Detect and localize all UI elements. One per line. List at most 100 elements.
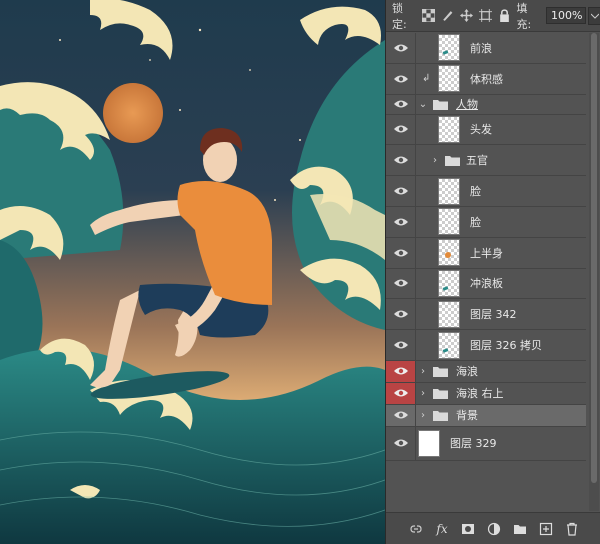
layer-name: 脸 <box>470 185 481 199</box>
fill-input[interactable]: 100% <box>546 7 587 24</box>
layer-row[interactable]: 图层 342 <box>386 299 586 331</box>
eye-icon <box>393 389 408 397</box>
layer-row[interactable]: ↲ 体积感 <box>386 63 586 95</box>
layer-name: 图层 342 <box>470 308 517 322</box>
layers-scrollbar[interactable] <box>589 33 599 511</box>
eye-icon <box>393 249 408 257</box>
lock-all-icon[interactable] <box>498 9 511 23</box>
chevron-right-icon[interactable]: › <box>430 155 440 166</box>
layer-thumbnail <box>438 115 460 143</box>
visibility-toggle[interactable] <box>386 299 416 330</box>
eye-icon <box>393 100 408 108</box>
layer-row[interactable]: 冲浪板 <box>386 268 586 300</box>
chevron-right-icon[interactable]: › <box>418 410 428 421</box>
mask-icon[interactable] <box>460 521 476 537</box>
visibility-toggle[interactable] <box>386 426 416 460</box>
eye-icon <box>393 75 408 83</box>
layers-list: 前浪 ↲ 体积感 ⌄ 人物 头发 › 五官 脸 脸 上半身 冲浪板 图层 342… <box>386 33 586 461</box>
eye-icon <box>393 187 408 195</box>
folder-icon <box>432 409 448 421</box>
layer-row[interactable]: 脸 <box>386 206 586 238</box>
layer-name: 冲浪板 <box>470 277 503 291</box>
visibility-toggle[interactable] <box>386 114 416 145</box>
visibility-toggle[interactable] <box>386 145 416 176</box>
new-layer-icon[interactable] <box>538 521 554 537</box>
lock-position-icon[interactable] <box>459 9 473 23</box>
visibility-toggle[interactable] <box>386 404 416 426</box>
layer-group-row[interactable]: › 五官 <box>386 145 586 177</box>
eye-icon <box>393 367 408 375</box>
layer-row[interactable]: 头发 <box>386 114 586 146</box>
folder-icon <box>432 98 448 110</box>
visibility-toggle[interactable] <box>386 237 416 268</box>
eye-icon <box>393 156 408 164</box>
layer-group-row[interactable]: › 海浪 <box>386 360 586 383</box>
lock-image-pixels-icon[interactable] <box>441 9 454 23</box>
layer-row[interactable]: 图层 329 <box>386 426 586 461</box>
layer-name: 脸 <box>470 215 481 229</box>
layer-name: 五官 <box>466 154 488 168</box>
layer-name: 海浪 <box>456 365 478 379</box>
layer-name: 图层 329 <box>450 437 497 451</box>
layer-group-row[interactable]: ⌄ 人物 <box>386 94 586 115</box>
visibility-toggle[interactable] <box>386 206 416 237</box>
layer-thumbnail <box>438 177 460 205</box>
eye-icon <box>393 310 408 318</box>
eye-icon <box>393 411 408 419</box>
adjustment-icon[interactable] <box>486 521 502 537</box>
visibility-toggle[interactable] <box>386 330 416 360</box>
fill-label: 填充: <box>516 1 532 31</box>
layer-row[interactable]: 前浪 <box>386 33 586 64</box>
folder-icon[interactable] <box>512 521 528 537</box>
eye-icon <box>393 44 408 52</box>
layer-row[interactable]: 图层 326 拷贝 <box>386 330 586 361</box>
folder-icon <box>432 387 448 399</box>
layer-name: 背景 <box>456 409 478 423</box>
fx-icon[interactable]: fx <box>434 521 450 537</box>
layer-row[interactable]: 脸 <box>386 176 586 207</box>
layer-thumbnail <box>438 239 460 267</box>
layer-name: 体积感 <box>470 72 503 86</box>
link-icon[interactable] <box>408 521 424 537</box>
visibility-toggle[interactable] <box>386 63 416 94</box>
visibility-toggle[interactable] <box>386 94 416 114</box>
visibility-toggle[interactable] <box>386 360 416 382</box>
eye-icon <box>393 218 408 226</box>
layer-group-row[interactable]: › 背景 <box>386 404 586 427</box>
visibility-toggle[interactable] <box>386 268 416 299</box>
eye-icon <box>393 279 408 287</box>
layer-name: 海浪 右上 <box>456 387 504 401</box>
fill-dropdown[interactable] <box>588 6 600 25</box>
layer-name: 前浪 <box>470 41 492 55</box>
eye-icon <box>393 125 408 133</box>
lock-bar: 锁定: 填充: 100% <box>386 0 600 32</box>
layer-name: 头发 <box>470 123 492 137</box>
layer-thumbnail <box>438 34 460 62</box>
layer-group-row[interactable]: › 海浪 右上 <box>386 382 586 405</box>
layer-name: 图层 326 拷贝 <box>470 339 542 353</box>
visibility-toggle[interactable] <box>386 176 416 206</box>
layer-name: 上半身 <box>470 246 503 260</box>
eye-icon <box>393 439 408 447</box>
chevron-down-icon[interactable]: ⌄ <box>418 99 428 110</box>
layer-thumbnail <box>438 269 460 297</box>
chevron-right-icon[interactable]: › <box>418 388 428 399</box>
folder-icon <box>444 154 460 166</box>
clipping-mask-icon: ↲ <box>422 73 431 85</box>
scrollbar-thumb[interactable] <box>591 33 597 483</box>
trash-icon[interactable] <box>564 521 580 537</box>
folder-icon <box>432 365 448 377</box>
lock-artboard-icon[interactable] <box>478 9 492 23</box>
layer-thumbnail <box>438 300 460 328</box>
eye-icon <box>393 341 408 349</box>
layer-name: 人物 <box>456 98 478 112</box>
lock-transparent-pixels-icon[interactable] <box>421 9 435 23</box>
lock-label: 锁定: <box>392 1 407 31</box>
layer-thumbnail <box>418 429 440 457</box>
layer-row[interactable]: 上半身 <box>386 237 586 269</box>
chevron-right-icon[interactable]: › <box>418 366 428 377</box>
visibility-toggle[interactable] <box>386 33 416 63</box>
surfer-illustration <box>0 0 385 544</box>
document-canvas[interactable] <box>0 0 385 544</box>
visibility-toggle[interactable] <box>386 382 416 404</box>
